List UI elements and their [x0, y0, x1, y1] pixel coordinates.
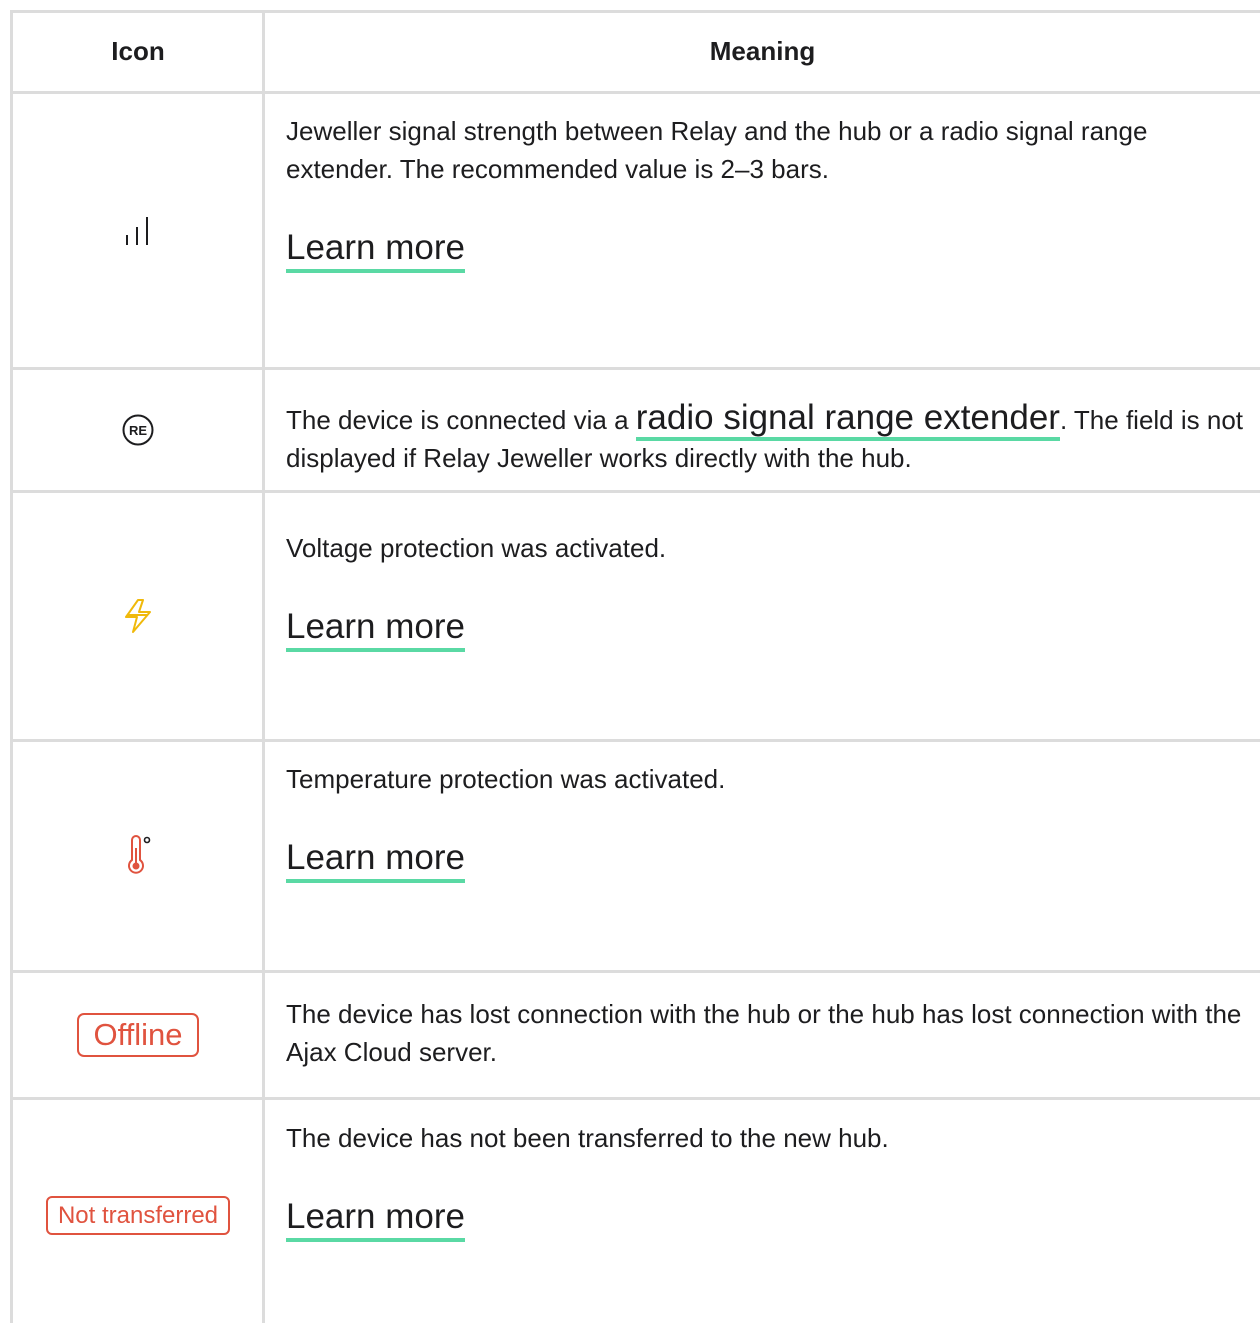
not-transferred-badge: Not transferred	[45, 1195, 231, 1235]
meaning-cell: Temperature protection was activated. Le…	[286, 760, 1246, 883]
header-icon: Icon	[111, 36, 165, 66]
learn-more-link[interactable]: Learn more	[286, 1197, 465, 1242]
meaning-text: The device is connected via a	[286, 405, 636, 435]
icon-cell	[13, 493, 263, 739]
signal-strength-icon	[126, 216, 148, 245]
meaning-text: The device has lost connection with the …	[286, 999, 1242, 1067]
offline-badge: Offline	[77, 1013, 199, 1057]
meaning-cell: Voltage protection was activated. Learn …	[286, 529, 1246, 652]
header-meaning: Meaning	[709, 36, 816, 66]
learn-more-link[interactable]: Learn more	[286, 228, 465, 273]
svg-text:RE: RE	[129, 423, 147, 438]
icon-meaning-table: Icon Meaning Jeweller signal strength be…	[10, 10, 1260, 1330]
meaning-text: Temperature protection was activated.	[286, 764, 726, 794]
learn-more-link[interactable]: Learn more	[286, 838, 465, 883]
meaning-cell: The device has lost connection with the …	[286, 995, 1246, 1071]
icon-cell	[13, 742, 263, 970]
meaning-text: Jeweller signal strength between Relay a…	[286, 116, 1148, 184]
icon-cell: Offline	[13, 973, 263, 1097]
meaning-cell: The device is connected via a radio sign…	[286, 398, 1246, 477]
meaning-text: The device has not been transferred to t…	[286, 1123, 889, 1153]
voltage-protection-icon	[125, 599, 151, 633]
icon-cell: RE	[13, 370, 263, 490]
meaning-cell: The device has not been transferred to t…	[286, 1119, 1246, 1242]
meaning-cell: Jeweller signal strength between Relay a…	[286, 112, 1246, 273]
range-extender-link[interactable]: radio signal range extender	[635, 398, 1060, 441]
meaning-text: Voltage protection was activated.	[286, 533, 667, 563]
icon-cell: Not transferred	[13, 1100, 263, 1330]
range-extender-icon: RE	[122, 414, 154, 446]
temperature-protection-icon	[128, 835, 151, 874]
icon-cell	[13, 94, 263, 367]
learn-more-link[interactable]: Learn more	[286, 607, 465, 652]
table-border-top	[10, 10, 1260, 13]
